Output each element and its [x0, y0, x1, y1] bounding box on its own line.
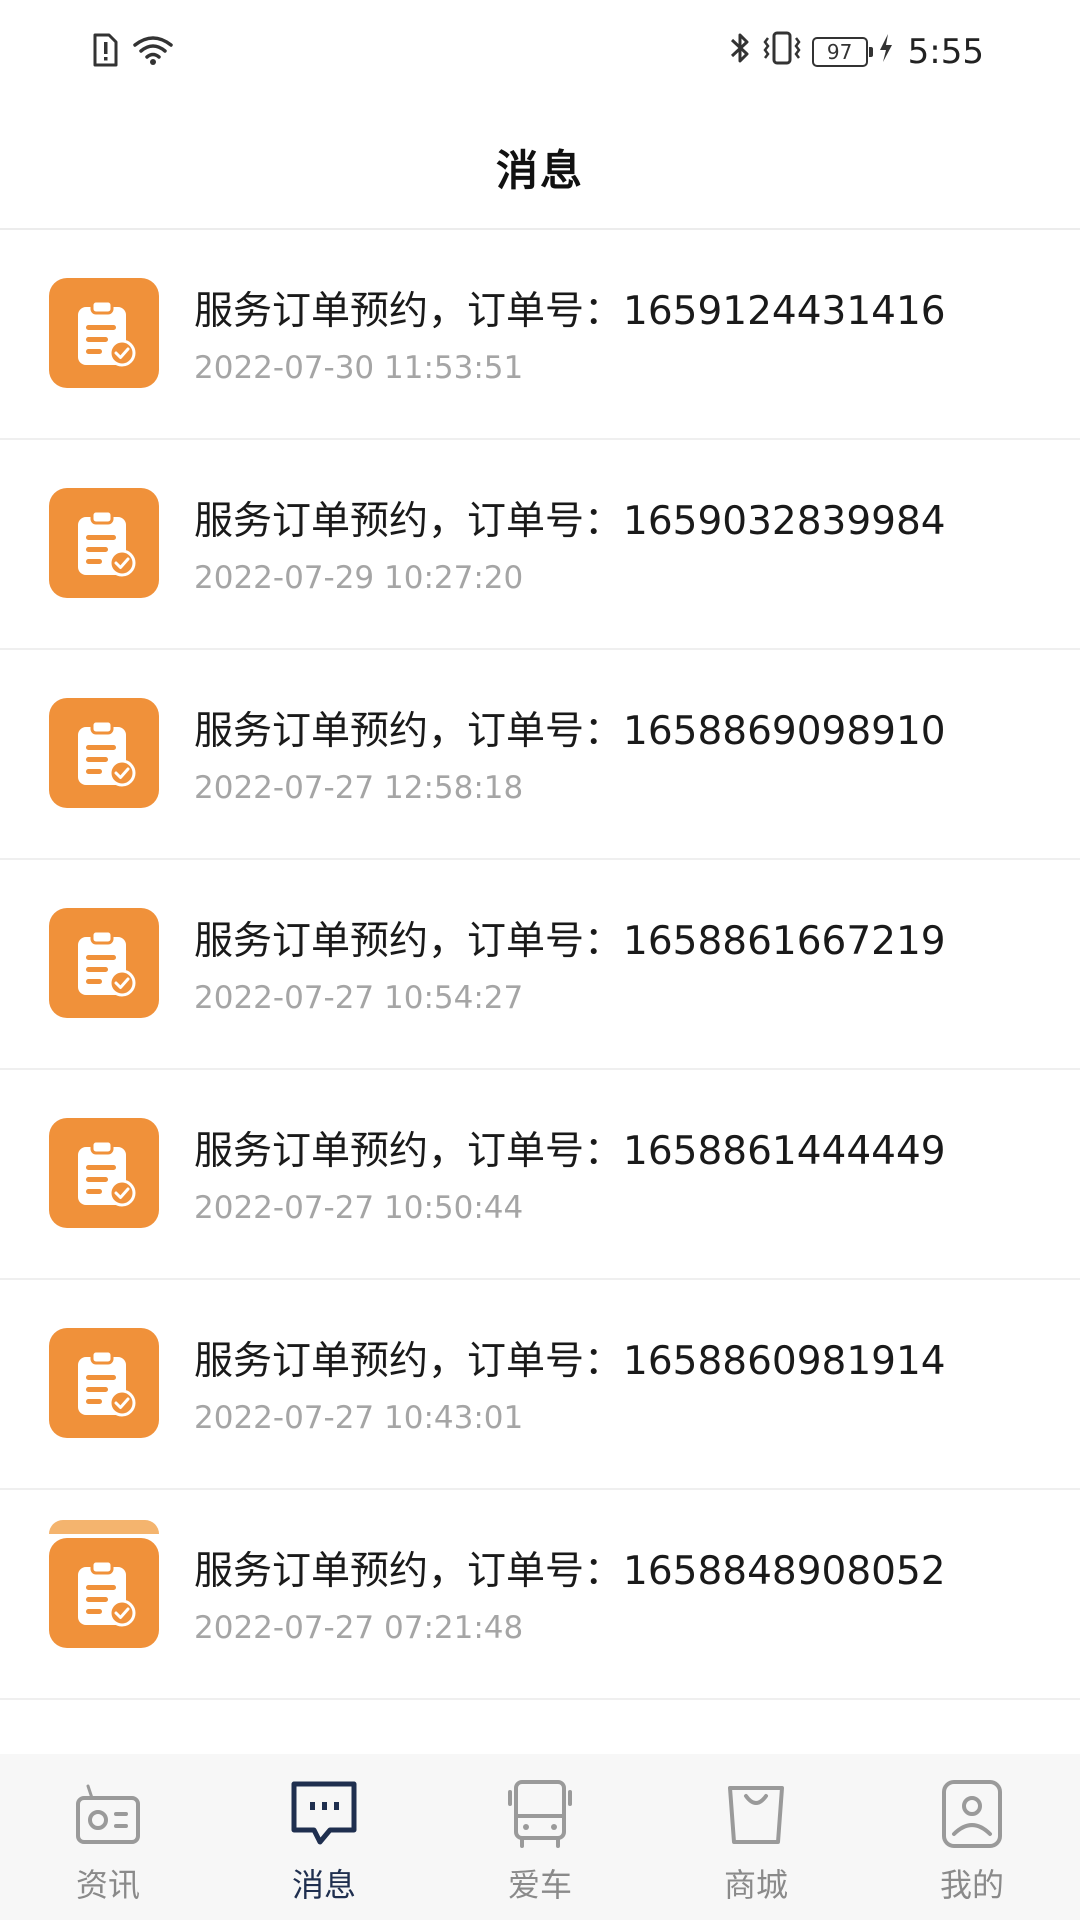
order-clipboard-icon	[49, 698, 159, 808]
message-title: 服务订单预约，订单号：1658848908052	[194, 1549, 946, 1594]
sim-alert-icon	[92, 33, 118, 71]
page-title: 消息	[495, 145, 584, 195]
nav-label: 消息	[291, 1866, 356, 1904]
order-clipboard-icon	[49, 908, 159, 1018]
message-item[interactable]: 服务订单预约，订单号：1659032839984 2022-07-29 10:2…	[0, 440, 1080, 650]
message-list[interactable]: 服务订单预约，订单号：1659124431416 2022-07-30 11:5…	[0, 230, 1080, 1754]
order-clipboard-icon	[49, 1118, 159, 1228]
status-left	[92, 32, 174, 72]
bottom-nav: 资讯 消息 爱车 商城 我的	[0, 1754, 1080, 1920]
profile-icon	[942, 1780, 1002, 1848]
message-item[interactable]: 服务订单预约，订单号：1658848908052 2022-07-27 07:2…	[0, 1490, 1080, 1700]
message-title: 服务订单预约，订单号：1658861667219	[194, 919, 946, 964]
message-time: 2022-07-27 12:58:18	[194, 770, 524, 806]
order-clipboard-icon	[49, 278, 159, 388]
order-clipboard-icon	[49, 1538, 159, 1648]
nav-item-mall[interactable]: 商城	[648, 1754, 864, 1920]
message-time: 2022-07-27 10:43:01	[194, 1400, 524, 1436]
message-title: 服务订单预约，订单号：1658869098910	[194, 709, 946, 754]
nav-label: 资讯	[75, 1866, 140, 1904]
shopping-bag-icon	[728, 1786, 784, 1844]
bluetooth-icon	[728, 30, 752, 75]
nav-item-news[interactable]: 资讯	[0, 1754, 216, 1920]
message-time: 2022-07-27 10:50:44	[194, 1190, 524, 1226]
wifi-icon	[132, 33, 174, 71]
nav-item-my-car[interactable]: 爱车	[432, 1754, 648, 1920]
message-item[interactable]: 服务订单预约，订单号：1659124431416 2022-07-30 11:5…	[0, 230, 1080, 440]
status-time: 5:55	[907, 32, 984, 72]
nav-label: 商城	[723, 1866, 788, 1904]
page-header: 消息	[0, 106, 1080, 230]
nav-item-profile[interactable]: 我的	[864, 1754, 1080, 1920]
chat-icon	[291, 1781, 357, 1845]
message-title: 服务订单预约，订单号：1659124431416	[194, 289, 946, 334]
vibrate-icon	[762, 30, 802, 75]
radio-icon	[76, 1784, 140, 1844]
battery-indicator: 97	[811, 37, 873, 67]
message-time: 2022-07-27 07:21:48	[194, 1610, 524, 1646]
message-time: 2022-07-27 10:54:27	[194, 980, 524, 1016]
status-right: 97 5:55	[728, 30, 984, 74]
message-item[interactable]: 服务订单预约，订单号：1658869098910 2022-07-27 12:5…	[0, 650, 1080, 860]
message-title: 服务订单预约，订单号：1658861444449	[194, 1129, 946, 1174]
order-clipboard-icon	[49, 1328, 159, 1438]
nav-item-messages[interactable]: 消息	[216, 1754, 432, 1920]
message-title: 服务订单预约，订单号：1658860981914	[194, 1339, 946, 1384]
charging-icon	[878, 32, 894, 72]
message-title: 服务订单预约，订单号：1659032839984	[194, 499, 946, 544]
message-item[interactable]: 服务订单预约，订单号：1658861667219 2022-07-27 10:5…	[0, 860, 1080, 1070]
message-time: 2022-07-30 11:53:51	[194, 350, 524, 386]
partial-message-icon	[49, 1520, 159, 1534]
nav-label: 爱车	[507, 1866, 572, 1904]
order-clipboard-icon	[49, 488, 159, 598]
message-time: 2022-07-29 10:27:20	[194, 560, 524, 596]
nav-label: 我的	[939, 1866, 1004, 1904]
message-item[interactable]: 服务订单预约，订单号：1658861444449 2022-07-27 10:5…	[0, 1070, 1080, 1280]
app-screen: 97 5:55 消息 服务订单预约，订单号：1659124431416 2022…	[0, 0, 1080, 1920]
message-item[interactable]: 服务订单预约，订单号：1658860981914 2022-07-27 10:4…	[0, 1280, 1080, 1490]
status-bar: 97 5:55	[0, 0, 1080, 106]
bus-icon	[508, 1780, 572, 1848]
